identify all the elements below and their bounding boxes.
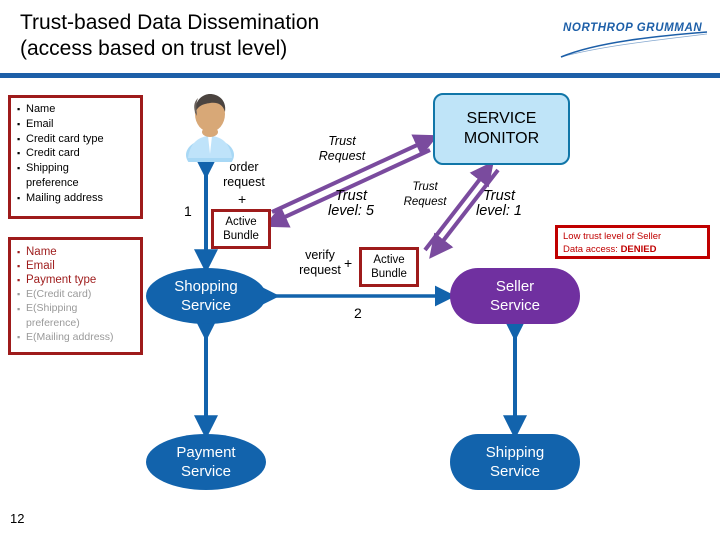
active-bundle-box-2: Active Bundle	[359, 247, 419, 287]
seller-service-label-1: Seller	[495, 278, 535, 295]
page-number: 12	[10, 511, 25, 526]
service-monitor-label-1: SERVICE	[466, 110, 537, 127]
list-item: Email	[17, 117, 136, 132]
list-item-continuation: preference	[26, 176, 79, 189]
list-item: Payment type	[17, 273, 136, 287]
plus-sign-1: +	[238, 191, 247, 207]
list-item: Credit card type	[17, 132, 136, 147]
access-denied-note: Low trust level of Seller Data access: D…	[555, 225, 710, 259]
shopping-service-node: Shopping Service	[146, 268, 266, 324]
shipping-service-node: Shipping Service	[450, 434, 580, 490]
trust-request-label-1: Trust Request	[318, 134, 366, 163]
list-item: Shipping	[17, 161, 136, 176]
list-item: Mailing address	[17, 191, 136, 206]
step-1-label: 1	[184, 203, 192, 219]
trust-level-5-label: Trust level: 5	[328, 188, 374, 219]
active-bundle-label-2: Bundle	[371, 268, 407, 280]
seller-service-label-2: Service	[489, 297, 541, 314]
shopping-service-label-2: Service	[180, 297, 232, 314]
northrop-grumman-logo: NORTHROP GRUMMAN	[557, 20, 712, 60]
shopping-service-label-1: Shopping	[174, 278, 238, 295]
list-item: Name	[17, 245, 136, 259]
payment-service-node: Payment Service	[146, 434, 266, 490]
denied-note-line-1: Low trust level of Seller	[563, 231, 662, 242]
service-monitor-label-2: MONITOR	[463, 130, 540, 147]
list-item: Name	[17, 102, 136, 117]
payment-service-label-1: Payment	[176, 444, 236, 461]
swoosh-icon	[560, 31, 708, 58]
payment-service-label-2: Service	[180, 463, 232, 480]
encrypted-attribute-list: Name Email Payment type E(Credit card) E…	[11, 240, 140, 348]
active-bundle-label-1: Active	[373, 254, 405, 266]
denied-note-line-2: Data access: DENIED	[563, 244, 707, 257]
slide-canvas: Trust-based Data Dissemination (access b…	[0, 0, 720, 540]
trust-level-1-label: Trust level: 1	[476, 188, 522, 219]
list-item: E(Credit card)	[17, 287, 136, 301]
order-request-label: order request	[223, 160, 265, 189]
active-bundle-label-1: Active	[225, 216, 257, 228]
encrypted-attributes-box: Name Email Payment type E(Credit card) E…	[8, 237, 143, 355]
step-2-label: 2	[354, 305, 362, 321]
plus-sign-2: +	[344, 255, 353, 271]
shipping-service-label-2: Service	[489, 463, 541, 480]
denied-note-prefix: Data access:	[563, 243, 621, 255]
list-item: E(Shipping	[17, 301, 136, 315]
page-title-line-1: Trust-based Data Dissemination	[20, 11, 320, 34]
list-item: E(Mailing address)	[17, 330, 136, 344]
trust-request-label-2: Trust Request	[403, 181, 447, 208]
active-bundle-label-2: Bundle	[223, 230, 259, 242]
list-item: Email	[17, 259, 136, 273]
active-bundle-box-1: Active Bundle	[211, 209, 271, 249]
plaintext-attribute-list: Name Email Credit card type Credit card …	[11, 98, 140, 209]
seller-service-node: Seller Service	[450, 268, 580, 324]
denied-status-badge: DENIED	[620, 243, 657, 255]
person-avatar-icon	[186, 94, 234, 162]
plaintext-attributes-box: Name Email Credit card type Credit card …	[8, 95, 143, 219]
list-item-continuation: preference)	[26, 316, 80, 329]
page-title-line-2: (access based on trust level)	[20, 37, 288, 60]
shipping-service-label-1: Shipping	[485, 444, 545, 461]
page-title: Trust-based Data Dissemination (access b…	[20, 10, 500, 62]
verify-request-label: verify request	[299, 248, 341, 277]
list-item: Credit card	[17, 146, 136, 161]
header-divider	[0, 73, 720, 78]
service-monitor-box: SERVICE MONITOR	[433, 93, 570, 165]
